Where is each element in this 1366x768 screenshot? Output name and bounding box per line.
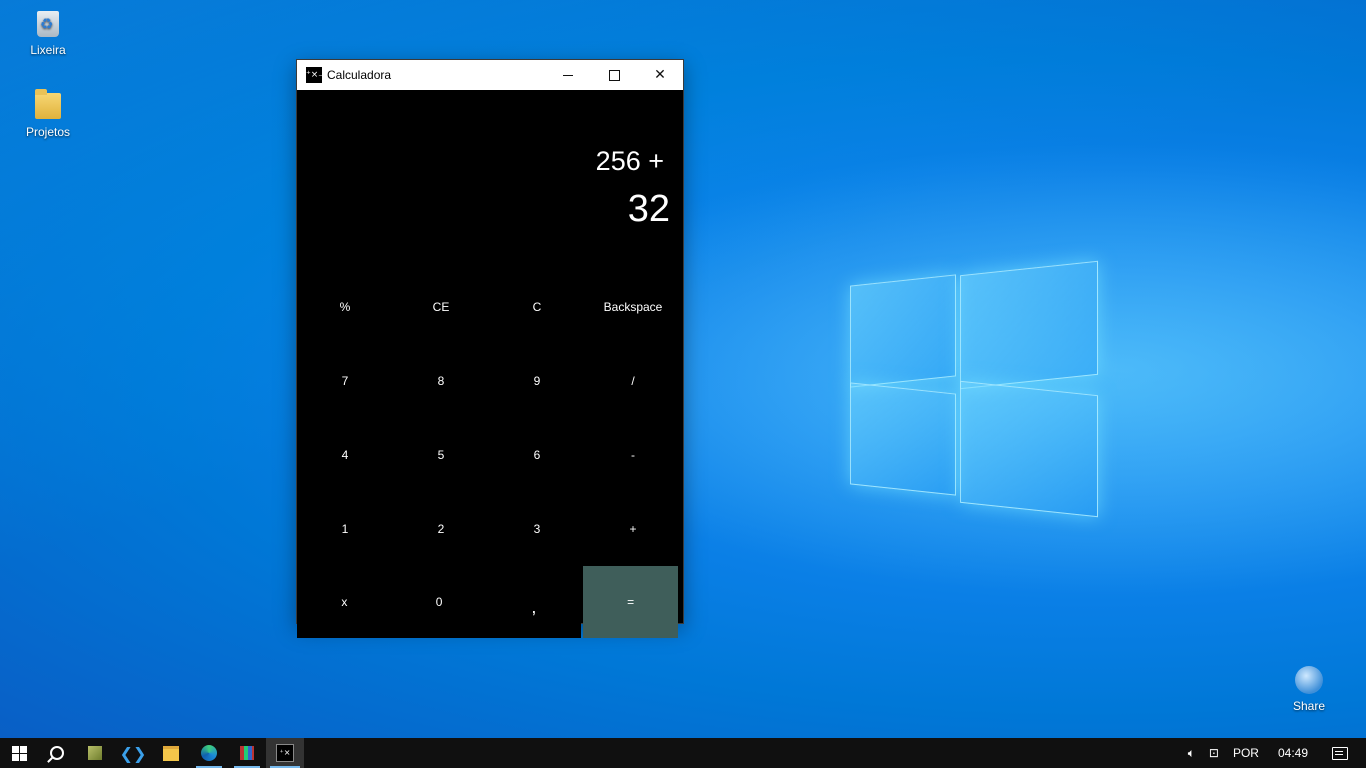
winrar-icon [240, 746, 254, 760]
calculator-icon: ⁺× [276, 744, 294, 762]
result-display: 32 [627, 188, 670, 230]
percent-button[interactable]: % [297, 270, 393, 344]
add-button[interactable]: + [585, 492, 681, 566]
taskbar-edge[interactable] [190, 738, 228, 768]
folder-icon [32, 89, 64, 122]
digit-7-button[interactable]: 7 [297, 344, 393, 418]
close-icon: ✕ [654, 67, 666, 83]
taskbar-file-explorer[interactable] [152, 738, 190, 768]
keypad: % CE C Backspace 7 8 9 / 4 5 6 - 1 2 3 +… [297, 270, 681, 638]
title-bar[interactable]: ⁺×₋% Calculadora ✕ [297, 60, 683, 90]
desktop-icon-label: Share [1292, 699, 1326, 713]
start-button[interactable] [0, 738, 38, 768]
digit-2-button[interactable]: 2 [393, 492, 489, 566]
calculator-app-icon: ⁺×₋% [306, 67, 332, 83]
search-button[interactable] [38, 738, 76, 768]
divide-button[interactable]: / [585, 344, 681, 418]
volume-icon: 🔈︎ [1187, 745, 1195, 760]
subtract-button[interactable]: - [585, 418, 681, 492]
digit-5-button[interactable]: 5 [393, 418, 489, 492]
desktop-icon-share[interactable]: Share [1274, 664, 1344, 713]
digit-6-button[interactable]: 6 [489, 418, 585, 492]
action-center-button[interactable] [1320, 738, 1366, 768]
maximize-icon [608, 69, 620, 81]
action-center-icon [1332, 746, 1348, 760]
close-button[interactable]: ✕ [637, 60, 683, 90]
digit-9-button[interactable]: 9 [489, 344, 585, 418]
minecraft-icon [88, 746, 102, 760]
digit-4-button[interactable]: 4 [297, 418, 393, 492]
language-indicator[interactable]: POR [1226, 738, 1266, 768]
windows-logo-wallpaper [848, 258, 1098, 518]
window-title: Calculadora [327, 68, 392, 82]
clear-entry-button[interactable]: CE [393, 270, 489, 344]
minimize-icon [563, 74, 573, 76]
desktop-icon-label: Projetos [25, 125, 71, 139]
recycle-bin-icon [32, 8, 64, 40]
vscode-icon: ❮❯ [119, 743, 147, 763]
search-icon [50, 746, 64, 760]
file-explorer-icon [163, 745, 179, 761]
minimize-button[interactable] [545, 60, 591, 90]
multiply-button[interactable]: x [297, 566, 392, 638]
equals-button[interactable]: = [583, 566, 678, 638]
desktop-icon-recycle-bin[interactable]: Lixeira [13, 8, 83, 57]
volume-button[interactable]: 🔈︎ [1181, 738, 1202, 768]
network-share-icon [1293, 664, 1325, 696]
desktop-icon-label: Lixeira [30, 43, 66, 57]
taskbar-winrar[interactable] [228, 738, 266, 768]
taskbar: ❮❯ ⁺× 🔈︎ ⊡ POR 04:49 [0, 738, 1366, 768]
expression-display: 256 + [595, 146, 664, 176]
taskbar-minecraft[interactable] [76, 738, 114, 768]
network-button[interactable]: ⊡ [1202, 738, 1226, 768]
digit-0-button[interactable]: 0 [391, 566, 487, 638]
digit-1-button[interactable]: 1 [297, 492, 393, 566]
clear-button[interactable]: C [489, 270, 585, 344]
start-icon [11, 745, 27, 761]
taskbar-vscode[interactable]: ❮❯ [114, 738, 152, 768]
calculator-display: 256 + 32 [297, 90, 683, 270]
digit-3-button[interactable]: 3 [489, 492, 585, 566]
calculator-window: ⁺×₋% Calculadora ✕ 256 + 32 % CE C Backs… [296, 59, 684, 638]
maximize-button[interactable] [591, 60, 637, 90]
taskbar-calculator[interactable]: ⁺× [266, 738, 304, 768]
desktop-icon-projetos[interactable]: Projetos [13, 89, 83, 139]
network-icon: ⊡ [1208, 746, 1219, 760]
clock[interactable]: 04:49 [1266, 738, 1320, 768]
edge-icon [201, 745, 217, 761]
backspace-button[interactable]: Backspace [585, 270, 681, 344]
digit-8-button[interactable]: 8 [393, 344, 489, 418]
system-tray: 🔈︎ ⊡ POR 04:49 [1181, 738, 1366, 768]
decimal-button[interactable]: , [486, 566, 582, 638]
